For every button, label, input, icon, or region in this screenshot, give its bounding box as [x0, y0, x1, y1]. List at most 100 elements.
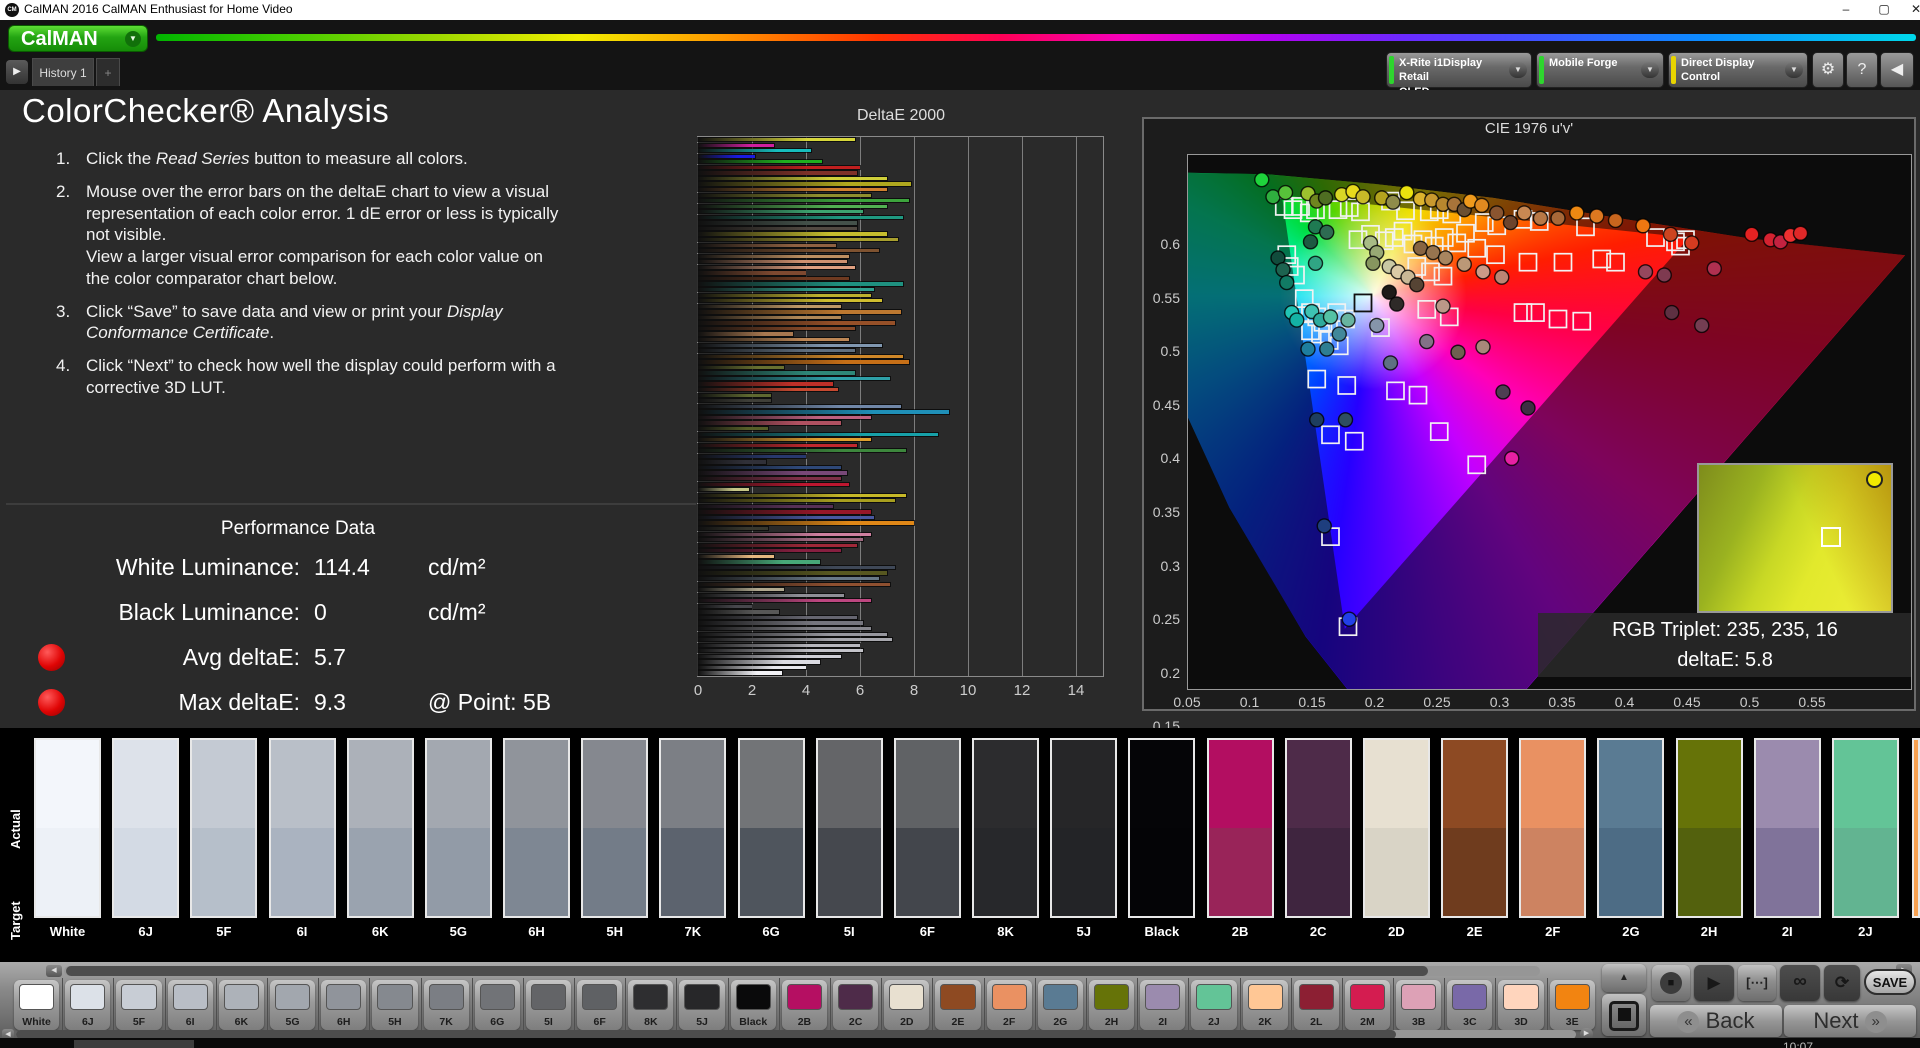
deltae-bar[interactable] — [698, 599, 871, 603]
measured-point[interactable] — [1475, 264, 1491, 280]
deltae-bar[interactable] — [698, 432, 939, 436]
deltae-bar[interactable] — [698, 571, 887, 575]
palette-item-2M[interactable]: 2M — [1344, 980, 1391, 1030]
measured-point[interactable] — [1694, 317, 1710, 334]
measured-point[interactable] — [1520, 400, 1536, 416]
maximize-button[interactable]: ▢ — [1866, 0, 1902, 20]
measured-point[interactable] — [1316, 518, 1332, 534]
measured-point[interactable] — [1365, 255, 1381, 271]
deltae-bar[interactable] — [698, 182, 912, 186]
deltae-bar[interactable] — [698, 338, 850, 342]
deltae-bar[interactable] — [698, 382, 833, 386]
deltae-bar[interactable] — [698, 204, 887, 208]
measured-point[interactable] — [1279, 274, 1295, 291]
measured-point[interactable] — [1489, 205, 1505, 221]
palette-item-2J[interactable]: 2J — [1191, 980, 1237, 1030]
deltae-bar[interactable] — [698, 515, 874, 520]
deltae-bar[interactable] — [698, 610, 779, 614]
deltae-bar[interactable] — [698, 315, 842, 320]
measured-point[interactable] — [1337, 412, 1354, 428]
settings-button[interactable]: ⚙ — [1812, 52, 1844, 88]
deltae-bar[interactable] — [698, 254, 850, 258]
deltae-bar[interactable] — [698, 243, 836, 247]
measured-point[interactable] — [1317, 190, 1334, 206]
deltae-bar[interactable] — [698, 299, 882, 303]
deltae-bar[interactable] — [698, 538, 863, 542]
deltae-bar[interactable] — [698, 465, 842, 470]
deltae-bar[interactable] — [698, 282, 904, 286]
deltae-bar[interactable] — [698, 521, 914, 525]
measured-point[interactable] — [1309, 412, 1325, 428]
palette-item-5J[interactable]: 5J — [679, 980, 725, 1030]
deltae-bar[interactable] — [698, 276, 850, 281]
deltae-bar[interactable] — [698, 271, 806, 275]
deltae-bar[interactable] — [698, 543, 858, 547]
deltae-bar[interactable] — [698, 526, 769, 531]
deltae-bar[interactable] — [698, 171, 858, 175]
refresh-button[interactable]: ⟳ — [1824, 965, 1860, 1001]
palette-item-2E[interactable]: 2E — [935, 980, 981, 1030]
deltae-bar[interactable] — [698, 638, 893, 642]
deltae-bar[interactable] — [698, 626, 871, 631]
deltae-bar[interactable] — [698, 165, 860, 170]
measured-point[interactable] — [1319, 224, 1335, 240]
workflow-nav-arrow[interactable]: ▶ — [6, 60, 28, 84]
deltae-bar[interactable] — [698, 232, 887, 236]
deltae-bar[interactable] — [698, 349, 855, 353]
stop-button[interactable]: ■ — [1652, 965, 1690, 1001]
palette-item-2H[interactable]: 2H — [1088, 980, 1135, 1030]
deltae-bar[interactable] — [698, 649, 863, 653]
measured-point[interactable] — [1307, 255, 1324, 271]
deltae-bar[interactable] — [698, 293, 871, 297]
deltae-bar[interactable] — [698, 671, 782, 675]
measured-point[interactable] — [1275, 262, 1291, 278]
deltae-bar[interactable] — [698, 210, 863, 214]
measured-point[interactable] — [1341, 611, 1357, 627]
deltae-bar[interactable] — [698, 660, 820, 664]
next-button[interactable]: Next » — [1784, 1005, 1916, 1037]
measured-point[interactable] — [1409, 277, 1425, 293]
palette-item-2K[interactable]: 2K — [1242, 980, 1288, 1030]
palette-item-2G[interactable]: 2G — [1037, 980, 1083, 1030]
deltae-bar[interactable] — [698, 360, 909, 364]
deltae-bar[interactable] — [698, 138, 855, 142]
measured-point[interactable] — [1300, 341, 1316, 357]
deltae-bar[interactable] — [698, 510, 871, 514]
meter-dropdown[interactable]: X-Rite i1Display Retail OLED ▼ — [1386, 52, 1532, 98]
palette-item-6I[interactable]: 6I — [167, 980, 213, 1030]
palette-up-button[interactable]: ▲ — [1602, 964, 1646, 992]
palette-item-5G[interactable]: 5G — [269, 980, 316, 1030]
measured-point[interactable] — [1456, 256, 1472, 273]
measured-point[interactable] — [1792, 225, 1809, 241]
measured-point[interactable] — [1569, 205, 1585, 221]
measured-point[interactable] — [1474, 197, 1490, 214]
palette-item-2D[interactable]: 2D — [884, 980, 930, 1030]
deltae-bar[interactable] — [698, 532, 871, 536]
measured-point[interactable] — [1355, 189, 1371, 205]
deltae-bar[interactable] — [698, 438, 871, 442]
deltae-bar[interactable] — [698, 193, 871, 197]
deltae-bar[interactable] — [698, 643, 860, 647]
deltae-bar[interactable] — [698, 176, 887, 181]
deltae-bar[interactable] — [698, 426, 769, 431]
palette-item-8K[interactable]: 8K — [628, 980, 674, 1030]
deltae-bar[interactable] — [698, 249, 879, 253]
deltae-bar[interactable] — [698, 188, 887, 192]
help-button[interactable]: ? — [1846, 52, 1878, 88]
deltae-bar[interactable] — [698, 376, 890, 381]
deltae-bar[interactable] — [698, 443, 858, 447]
palette-item-5I[interactable]: 5I — [525, 980, 572, 1030]
palette-item-6H[interactable]: 6H — [321, 980, 367, 1030]
measured-point[interactable] — [1254, 171, 1270, 188]
deltae-bar[interactable] — [698, 665, 806, 670]
deltae-bar[interactable] — [698, 615, 858, 620]
deltae-bar[interactable] — [698, 265, 855, 270]
deltae-bar[interactable] — [698, 404, 901, 408]
deltae-bar[interactable] — [698, 371, 855, 375]
measured-point[interactable] — [1494, 269, 1510, 285]
measured-point[interactable] — [1516, 205, 1532, 221]
measured-point[interactable] — [1419, 333, 1435, 350]
deltae-bar[interactable] — [698, 632, 887, 636]
measured-point[interactable] — [1435, 298, 1451, 314]
deltae-bar[interactable] — [698, 260, 847, 264]
